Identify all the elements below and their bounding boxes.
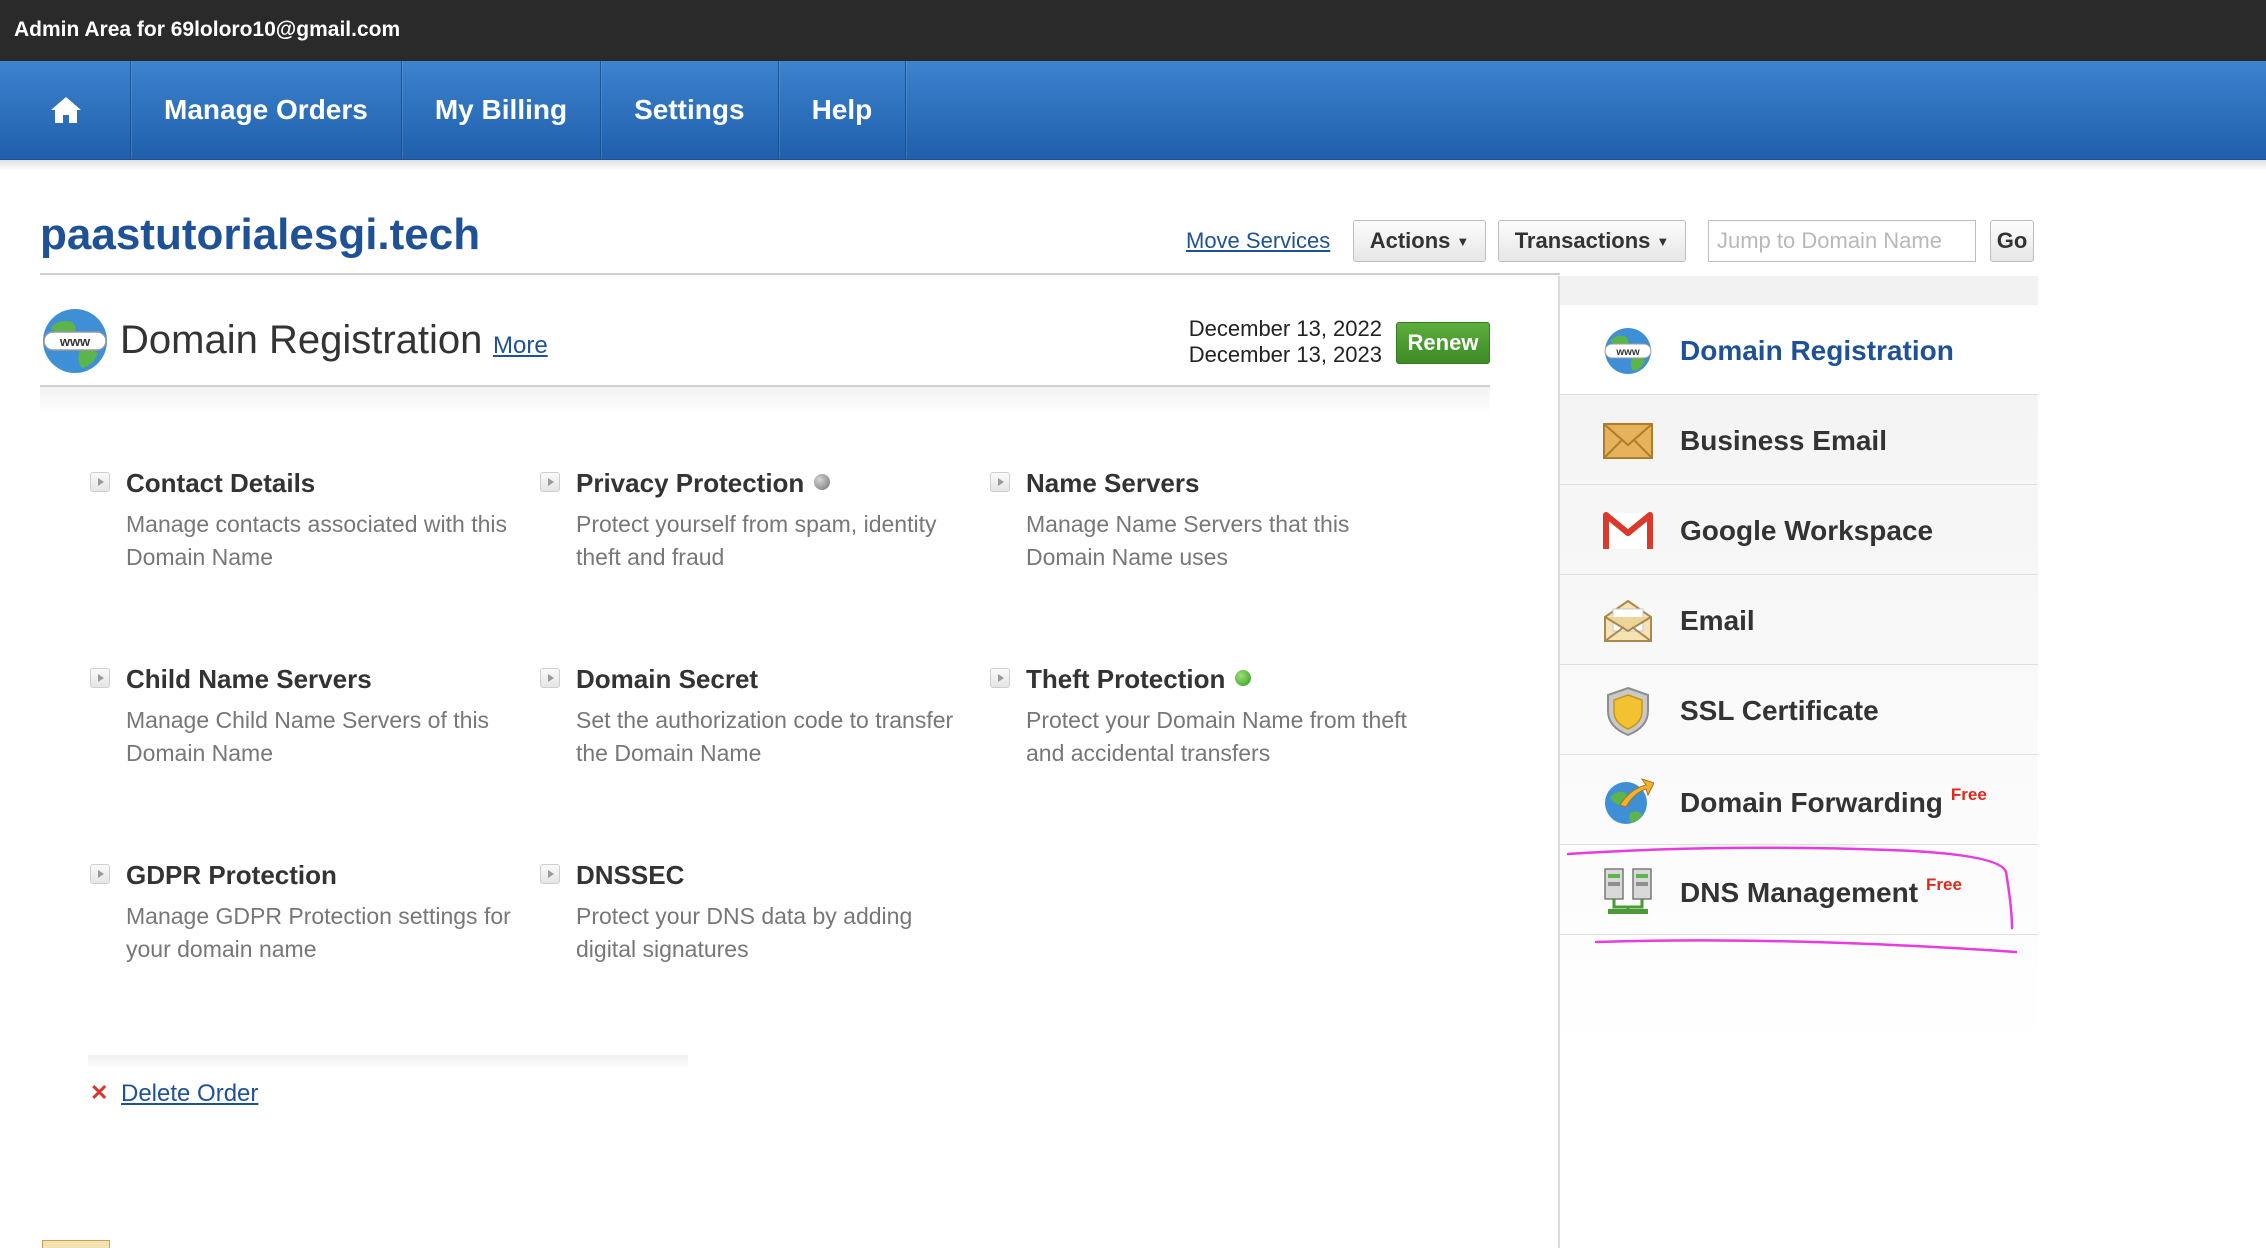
section-title: Domain Registration <box>120 318 483 362</box>
expand-arrow-icon <box>540 472 560 492</box>
expand-arrow-icon <box>990 668 1010 688</box>
status-on-icon <box>1235 670 1252 686</box>
transactions-dropdown[interactable]: Transactions ▼ <box>1498 220 1686 262</box>
transactions-label: Transactions <box>1514 228 1651 253</box>
sidebar-item-label: Domain Forwarding <box>1680 787 1943 818</box>
date-end: December 13, 2023 <box>1188 342 1382 367</box>
feature-desc: Protect yourself from spam, identity the… <box>576 511 937 570</box>
partial-envelope-icon <box>42 1240 110 1248</box>
home-icon <box>50 97 81 123</box>
feature-desc: Manage contacts associated with this Dom… <box>126 511 507 570</box>
nav-my-billing[interactable]: My Billing <box>402 61 602 159</box>
expand-arrow-icon <box>990 472 1010 492</box>
admin-area-bar: Admin Area for 69loloro10@gmail.com <box>0 0 2266 61</box>
feature-title-row: Theft Protection <box>1026 664 1252 695</box>
feature-title: Child Name Servers <box>126 664 372 694</box>
feature-title: Contact Details <box>126 468 316 498</box>
sidebar-item-email[interactable]: Email <box>1560 575 2038 665</box>
nav-settings[interactable]: Settings <box>601 61 779 159</box>
main-nav: Manage Orders My Billing Settings Help <box>0 61 2266 160</box>
feature-desc: Manage GDPR Protection settings for your… <box>126 903 511 962</box>
move-services-link[interactable]: Move Services <box>1186 228 1330 254</box>
nav-shadow <box>0 160 2266 170</box>
feature-title: Theft Protection <box>1026 664 1226 694</box>
feature-desc: Set the authorization code to transfer t… <box>576 707 954 766</box>
jump-to-domain-input[interactable] <box>1708 220 1976 262</box>
www-globe-icon: www <box>1604 328 1652 374</box>
sidebar-item-label: Email <box>1680 605 1755 636</box>
www-globe-icon: www <box>43 309 107 373</box>
renew-button[interactable]: Renew <box>1396 322 1490 364</box>
forwarding-globe-icon <box>1605 778 1654 824</box>
expand-arrow-icon <box>90 668 110 688</box>
annotation-highlight <box>1566 846 2018 954</box>
feature-title: GDPR Protection <box>126 860 337 890</box>
sidebar-item-business-email[interactable]: Business Email <box>1560 395 2038 485</box>
feature-title-row: Privacy Protection <box>576 468 831 499</box>
feature-desc: Manage Name Servers that this Domain Nam… <box>1026 511 1350 570</box>
feature-title: Domain Secret <box>576 664 759 694</box>
expand-arrow-icon <box>540 668 560 688</box>
feature-desc: Protect your Domain Name from theft and … <box>1026 707 1407 766</box>
sidebar-item-label: Domain Registration <box>1680 335 1954 366</box>
svg-text:www: www <box>59 334 91 349</box>
expand-arrow-icon <box>540 864 560 884</box>
nav-home[interactable] <box>0 61 131 159</box>
sidebar-item-label: Business Email <box>1680 425 1887 456</box>
actions-label: Actions <box>1369 228 1451 253</box>
sidebar-item-domain-forwarding[interactable]: Domain Forwarding Free <box>1560 755 2038 845</box>
open-mail-icon <box>1604 599 1652 642</box>
date-start: December 13, 2022 <box>1188 316 1382 341</box>
envelope-icon <box>1603 423 1653 459</box>
nav-help[interactable]: Help <box>779 61 907 159</box>
sidebar-item-domain-registration[interactable]: www Domain Registration <box>1560 305 2038 395</box>
feature-desc: Protect your DNS data by adding digital … <box>576 903 913 962</box>
nav-manage-orders[interactable]: Manage Orders <box>131 61 402 159</box>
gmail-icon <box>1603 512 1653 549</box>
sidebar-item-label: Google Workspace <box>1680 515 1934 546</box>
shield-icon <box>1607 686 1649 737</box>
caret-down-icon: ▼ <box>1456 233 1470 249</box>
title-divider <box>40 273 1560 275</box>
more-link[interactable]: More <box>493 332 548 360</box>
svg-text:www: www <box>1615 347 1640 358</box>
feature-title: Name Servers <box>1026 468 1200 498</box>
section-shade <box>40 387 1490 415</box>
free-badge: Free <box>1950 785 1987 804</box>
feature-desc: Manage Child Name Servers of this Domain… <box>126 707 490 766</box>
delete-order-link[interactable]: Delete Order <box>121 1080 258 1108</box>
sidebar-item-label-row: Domain Forwarding Free <box>1680 785 1987 819</box>
sidebar-item-label: SSL Certificate <box>1680 695 1879 726</box>
sidebar-item-ssl-certificate[interactable]: SSL Certificate <box>1560 665 2038 755</box>
feature-title: Privacy Protection <box>576 468 805 498</box>
delete-divider <box>88 1055 688 1069</box>
expand-arrow-icon <box>90 472 110 492</box>
feature-title: DNSSEC <box>576 860 685 890</box>
sidebar-item-google-workspace[interactable]: Google Workspace <box>1560 485 2038 575</box>
actions-dropdown[interactable]: Actions ▼ <box>1353 220 1486 262</box>
delete-x-icon: ✕ <box>90 1080 109 1105</box>
go-button[interactable]: Go <box>1990 220 2034 262</box>
status-off-icon <box>814 474 831 490</box>
caret-down-icon: ▼ <box>1656 233 1670 249</box>
registration-dates: December 13, 2022 December 13, 2023 <box>1060 316 1382 368</box>
expand-arrow-icon <box>90 864 110 884</box>
domain-name-title: paastutorialesgi.tech <box>40 210 481 259</box>
